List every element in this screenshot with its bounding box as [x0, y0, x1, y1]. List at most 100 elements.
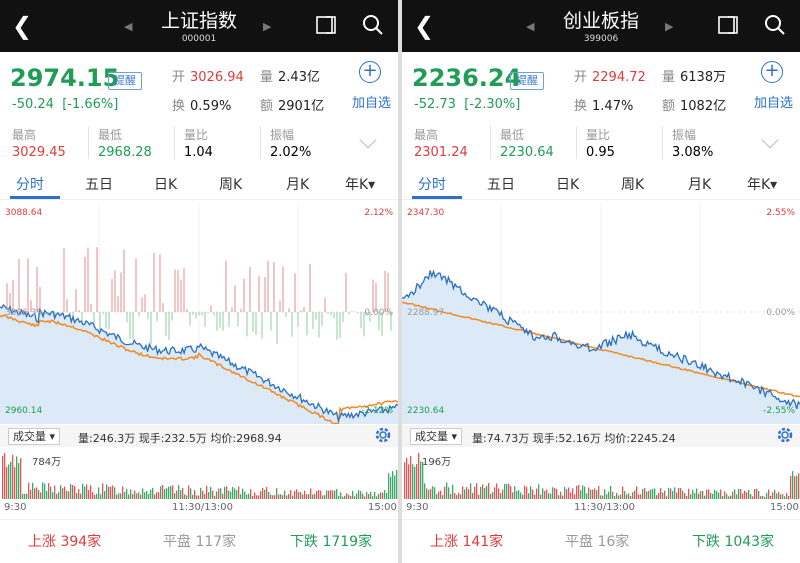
turnover-value: 0.59%: [190, 99, 232, 114]
volume-bar: [128, 494, 130, 499]
turnover-field: 换 1.47%: [574, 95, 633, 114]
indicator-select[interactable]: 成交量 ▾: [8, 428, 61, 445]
indicator-select[interactable]: 成交量 ▾: [410, 428, 463, 445]
volume-bar: [16, 456, 18, 499]
volume-bar: [706, 489, 708, 499]
share-icon[interactable]: [717, 14, 739, 36]
volume-bar: [78, 489, 80, 499]
volume-bar: [362, 493, 364, 499]
volume-bar: [304, 490, 306, 499]
tab-weekly-k[interactable]: 周K: [219, 174, 242, 194]
volume-bar: [92, 492, 94, 499]
volume-bar: [332, 490, 334, 499]
volume-bar: [592, 489, 594, 499]
volume-bar: [552, 487, 554, 499]
volume-bar: [788, 495, 790, 499]
volume-bar: [588, 487, 590, 499]
volume-bar: [562, 495, 564, 499]
volume-bar: [488, 483, 490, 499]
volume-bar: [456, 495, 458, 499]
volume-bar: [344, 495, 346, 499]
add-watchlist-icon[interactable]: +: [359, 61, 381, 83]
volume-bar: [224, 486, 226, 499]
volume-bar: [350, 495, 352, 499]
add-watchlist-button[interactable]: 加自选: [754, 92, 793, 111]
remind-button[interactable]: 提醒: [108, 72, 142, 90]
volume-bar: [114, 487, 116, 499]
remind-button[interactable]: 提醒: [510, 72, 544, 90]
volume-bar: [102, 483, 104, 499]
volume-bar: [120, 493, 122, 499]
up-value: 141家: [462, 534, 504, 550]
tab-yearly-k[interactable]: 年K▾: [345, 174, 375, 194]
volume-bar: [352, 490, 354, 499]
volume-bar: [40, 492, 42, 499]
volume-bar: [782, 494, 784, 499]
volume-bar: [566, 489, 568, 499]
chevron-down-icon[interactable]: [359, 131, 377, 149]
current-price: 2974.15: [10, 64, 120, 92]
volume-bar: [770, 495, 772, 499]
share-icon[interactable]: [315, 14, 337, 36]
volume-bar: [216, 491, 218, 499]
volume-bar: [658, 492, 660, 499]
intraday-chart[interactable]: 2347.30 2.55% 2288.97 0.00% 2230.64 -2.5…: [402, 202, 800, 424]
volume-bar: [730, 495, 732, 499]
open-field: 开 2294.72: [574, 66, 646, 85]
volume-bar: [546, 489, 548, 499]
volume-bar: [296, 489, 298, 499]
volume-bar: [212, 490, 214, 499]
tab-intraday[interactable]: 分时: [16, 174, 44, 194]
volume-bar: [186, 495, 188, 499]
volume-bar: [4, 453, 6, 499]
tab-five-day[interactable]: 五日: [487, 174, 515, 194]
divider: [88, 126, 89, 159]
tab-daily-k[interactable]: 日K: [154, 174, 177, 194]
time-start: 9:30: [406, 502, 429, 513]
chevron-down-icon[interactable]: [761, 131, 779, 149]
next-stock-icon[interactable]: ▶: [665, 20, 673, 33]
amount-label: 额: [662, 99, 676, 114]
volume-bar: [200, 487, 202, 499]
volume-bar: [570, 492, 572, 499]
volume-bar: [336, 488, 338, 499]
up-value: 394家: [60, 534, 102, 550]
volume-bar: [752, 496, 754, 499]
next-stock-icon[interactable]: ▶: [263, 20, 271, 33]
volume-bar: [712, 493, 714, 499]
flat-count: 平盘 117家: [163, 531, 236, 551]
add-watchlist-icon[interactable]: +: [761, 61, 783, 83]
volume-bar: [522, 494, 524, 499]
gear-icon[interactable]: [774, 424, 796, 446]
tab-yearly-k[interactable]: 年K▾: [747, 174, 777, 194]
volume-bar: [692, 489, 694, 499]
tab-monthly-k[interactable]: 月K: [688, 174, 711, 194]
volume-bar: [280, 494, 282, 499]
bottom-price-label: 2960.14: [5, 406, 42, 416]
volume-bar: [222, 493, 224, 499]
volume-bar: [470, 483, 472, 499]
volume-bar: [106, 484, 108, 499]
tab-weekly-k[interactable]: 周K: [621, 174, 644, 194]
search-icon[interactable]: [764, 14, 786, 36]
volume-info: 量:246.3万 现手:232.5万 均价:2968.94: [78, 432, 282, 445]
tab-daily-k[interactable]: 日K: [556, 174, 579, 194]
volume-bar: [682, 490, 684, 499]
add-watchlist-button[interactable]: 加自选: [352, 92, 391, 111]
volume-bar: [34, 488, 36, 499]
volume-bar: [318, 490, 320, 499]
volume-bar: [450, 493, 452, 499]
volume-bar: [264, 489, 266, 499]
volume-bar: [258, 495, 260, 499]
volume-bar: [440, 490, 442, 499]
tab-intraday[interactable]: 分时: [418, 174, 446, 194]
bottom-price-label: 2230.64: [407, 406, 444, 416]
intraday-chart[interactable]: 3088.64 2.12% 3026.39 0.00% 2960.14 -2.1…: [0, 202, 398, 424]
tab-monthly-k[interactable]: 月K: [286, 174, 309, 194]
volume-bar: [540, 494, 542, 499]
search-icon[interactable]: [362, 14, 384, 36]
volume-bar: [606, 494, 608, 499]
gear-icon[interactable]: [372, 424, 394, 446]
tab-five-day[interactable]: 五日: [85, 174, 113, 194]
flat-label: 平盘: [565, 534, 593, 550]
